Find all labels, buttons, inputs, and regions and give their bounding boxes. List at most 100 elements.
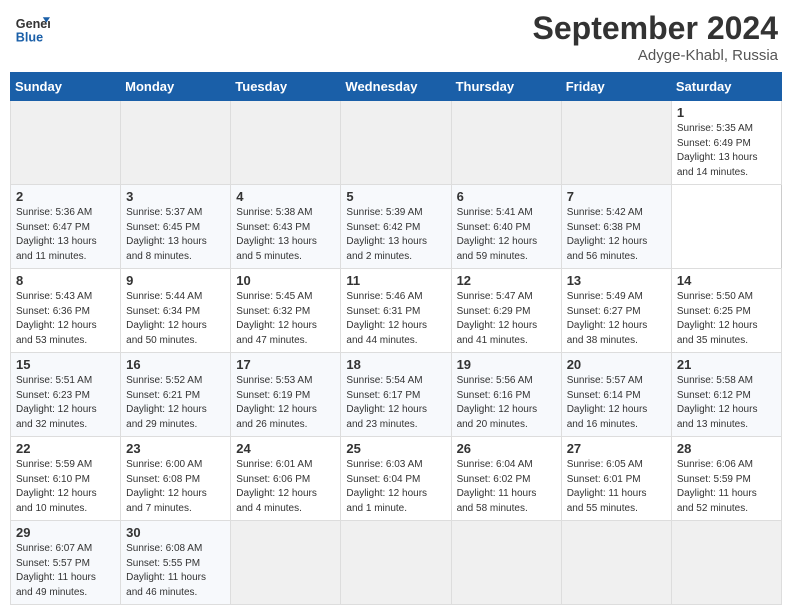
table-row: 28 Sunrise: 6:06 AMSunset: 5:59 PMDayligh… <box>671 437 781 521</box>
day-number: 22 <box>16 441 115 456</box>
day-number: 1 <box>677 105 776 120</box>
table-row: 4 Sunrise: 5:38 AMSunset: 6:43 PMDaylight… <box>231 185 341 269</box>
day-info: Sunrise: 5:47 AMSunset: 6:29 PMDaylight:… <box>457 290 556 348</box>
day-number: 14 <box>677 273 776 288</box>
calendar-week-row: 29Sunrise: 6:07 AMSunset: 5:57 PMDayligh… <box>11 521 782 605</box>
day-info: Sunrise: 5:41 AMSunset: 6:40 PMDaylight:… <box>457 206 556 264</box>
table-row: 9 Sunrise: 5:44 AMSunset: 6:34 PMDaylight… <box>121 269 231 353</box>
page-header: General Blue September 2024 Adyge-Khabl,… <box>10 10 782 64</box>
table-row: 10Sunrise: 5:45 AMSunset: 6:32 PMDayligh… <box>231 269 341 353</box>
col-friday: Friday <box>561 73 671 101</box>
logo-icon: General Blue <box>14 10 50 46</box>
table-row: 12 Sunrise: 5:47 AMSunset: 6:29 PMDayligh… <box>451 269 561 353</box>
table-row: 16Sunrise: 5:52 AMSunset: 6:21 PMDayligh… <box>121 353 231 437</box>
day-info: Sunrise: 5:53 AMSunset: 6:19 PMDaylight:… <box>236 374 335 432</box>
table-row: 3 Sunrise: 5:37 AMSunset: 6:45 PMDaylight… <box>121 185 231 269</box>
table-row: 25 Sunrise: 6:03 AMSunset: 6:04 PMDayligh… <box>341 437 451 521</box>
day-info: Sunrise: 5:51 AMSunset: 6:23 PMDaylight:… <box>16 374 115 432</box>
col-tuesday: Tuesday <box>231 73 341 101</box>
day-info: Sunrise: 5:43 AMSunset: 6:36 PMDaylight:… <box>16 290 115 348</box>
day-info: Sunrise: 6:04 AMSunset: 6:02 PMDaylight:… <box>457 458 556 516</box>
table-row <box>11 101 121 185</box>
table-row: 19 Sunrise: 5:56 AMSunset: 6:16 PMDayligh… <box>451 353 561 437</box>
day-number: 23 <box>126 441 225 456</box>
table-row <box>451 521 561 605</box>
table-row: 18Sunrise: 5:54 AMSunset: 6:17 PMDayligh… <box>341 353 451 437</box>
table-row <box>341 101 451 185</box>
day-number: 18 <box>346 357 445 372</box>
col-saturday: Saturday <box>671 73 781 101</box>
day-number: 20 <box>567 357 666 372</box>
day-number: 11 <box>346 273 445 288</box>
calendar-table: Sunday Monday Tuesday Wednesday Thursday… <box>10 72 782 605</box>
table-row: 6 Sunrise: 5:41 AMSunset: 6:40 PMDaylight… <box>451 185 561 269</box>
day-number: 15 <box>16 357 115 372</box>
svg-text:Blue: Blue <box>16 31 43 45</box>
table-row: 21 Sunrise: 5:58 AMSunset: 6:12 PMDayligh… <box>671 353 781 437</box>
day-number: 13 <box>567 273 666 288</box>
table-row: 1 Sunrise: 5:35 AMSunset: 6:49 PMDaylight… <box>671 101 781 185</box>
calendar-week-row: 2 Sunrise: 5:36 AMSunset: 6:47 PMDaylight… <box>11 185 782 269</box>
day-number: 9 <box>126 273 225 288</box>
day-number: 2 <box>16 189 115 204</box>
day-info: Sunrise: 5:56 AMSunset: 6:16 PMDaylight:… <box>457 374 556 432</box>
table-row: 5 Sunrise: 5:39 AMSunset: 6:42 PMDaylight… <box>341 185 451 269</box>
day-info: Sunrise: 5:35 AMSunset: 6:49 PMDaylight:… <box>677 122 776 180</box>
day-info: Sunrise: 6:08 AMSunset: 5:55 PMDaylight:… <box>126 542 225 600</box>
table-row: 26 Sunrise: 6:04 AMSunset: 6:02 PMDayligh… <box>451 437 561 521</box>
day-info: Sunrise: 6:06 AMSunset: 5:59 PMDaylight:… <box>677 458 776 516</box>
table-row: 23 Sunrise: 6:00 AMSunset: 6:08 PMDayligh… <box>121 437 231 521</box>
calendar-week-row: 22Sunrise: 5:59 AMSunset: 6:10 PMDayligh… <box>11 437 782 521</box>
day-info: Sunrise: 5:42 AMSunset: 6:38 PMDaylight:… <box>567 206 666 264</box>
table-row: 17 Sunrise: 5:53 AMSunset: 6:19 PMDayligh… <box>231 353 341 437</box>
table-row <box>671 521 781 605</box>
table-row <box>561 101 671 185</box>
table-row <box>121 101 231 185</box>
day-info: Sunrise: 5:49 AMSunset: 6:27 PMDaylight:… <box>567 290 666 348</box>
table-row: 2 Sunrise: 5:36 AMSunset: 6:47 PMDaylight… <box>11 185 121 269</box>
day-number: 17 <box>236 357 335 372</box>
day-info: Sunrise: 5:39 AMSunset: 6:42 PMDaylight:… <box>346 206 445 264</box>
day-number: 4 <box>236 189 335 204</box>
table-row: 22Sunrise: 5:59 AMSunset: 6:10 PMDayligh… <box>11 437 121 521</box>
day-info: Sunrise: 5:45 AMSunset: 6:32 PMDaylight:… <box>236 290 335 348</box>
day-number: 5 <box>346 189 445 204</box>
day-number: 27 <box>567 441 666 456</box>
day-number: 19 <box>457 357 556 372</box>
table-row <box>561 521 671 605</box>
table-row <box>341 521 451 605</box>
table-row: 7 Sunrise: 5:42 AMSunset: 6:38 PMDaylight… <box>561 185 671 269</box>
day-info: Sunrise: 5:38 AMSunset: 6:43 PMDaylight:… <box>236 206 335 264</box>
table-row: 27 Sunrise: 6:05 AMSunset: 6:01 PMDayligh… <box>561 437 671 521</box>
day-number: 21 <box>677 357 776 372</box>
day-number: 7 <box>567 189 666 204</box>
day-number: 25 <box>346 441 445 456</box>
title-block: September 2024 Adyge-Khabl, Russia <box>533 10 778 64</box>
col-monday: Monday <box>121 73 231 101</box>
col-thursday: Thursday <box>451 73 561 101</box>
day-number: 28 <box>677 441 776 456</box>
day-info: Sunrise: 6:05 AMSunset: 6:01 PMDaylight:… <box>567 458 666 516</box>
day-number: 26 <box>457 441 556 456</box>
day-info: Sunrise: 5:44 AMSunset: 6:34 PMDaylight:… <box>126 290 225 348</box>
day-number: 16 <box>126 357 225 372</box>
day-info: Sunrise: 5:58 AMSunset: 6:12 PMDaylight:… <box>677 374 776 432</box>
day-info: Sunrise: 5:37 AMSunset: 6:45 PMDaylight:… <box>126 206 225 264</box>
day-number: 3 <box>126 189 225 204</box>
table-row: 8Sunrise: 5:43 AMSunset: 6:36 PMDaylight… <box>11 269 121 353</box>
day-number: 12 <box>457 273 556 288</box>
day-number: 6 <box>457 189 556 204</box>
calendar-week-row: 1 Sunrise: 5:35 AMSunset: 6:49 PMDaylight… <box>11 101 782 185</box>
day-info: Sunrise: 6:03 AMSunset: 6:04 PMDaylight:… <box>346 458 445 516</box>
calendar-week-row: 8Sunrise: 5:43 AMSunset: 6:36 PMDaylight… <box>11 269 782 353</box>
table-row <box>231 101 341 185</box>
day-number: 30 <box>126 525 225 540</box>
day-info: Sunrise: 5:36 AMSunset: 6:47 PMDaylight:… <box>16 206 115 264</box>
col-wednesday: Wednesday <box>341 73 451 101</box>
day-number: 29 <box>16 525 115 540</box>
table-row: 14Sunrise: 5:50 AMSunset: 6:25 PMDayligh… <box>671 269 781 353</box>
table-row: 11Sunrise: 5:46 AMSunset: 6:31 PMDayligh… <box>341 269 451 353</box>
logo: General Blue <box>14 10 50 46</box>
day-info: Sunrise: 6:00 AMSunset: 6:08 PMDaylight:… <box>126 458 225 516</box>
day-info: Sunrise: 6:01 AMSunset: 6:06 PMDaylight:… <box>236 458 335 516</box>
